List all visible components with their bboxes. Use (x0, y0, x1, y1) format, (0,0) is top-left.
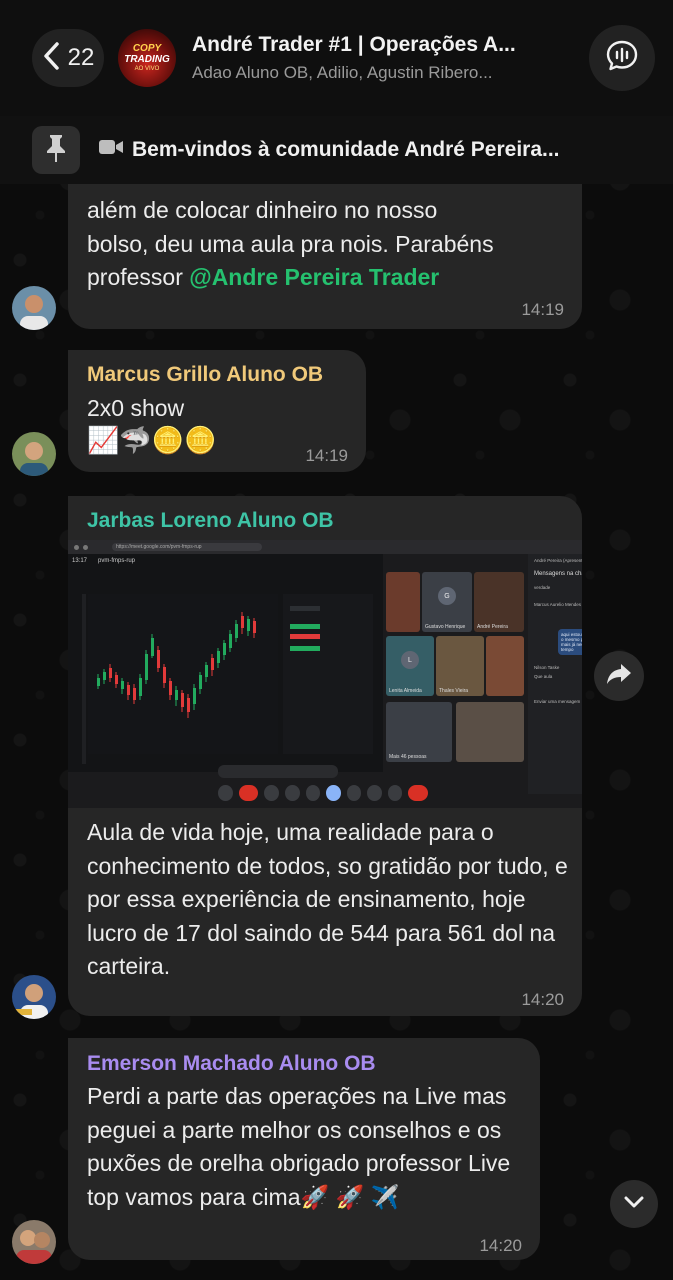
avatar[interactable] (12, 975, 56, 1019)
chevron-down-icon (623, 1195, 645, 1214)
participant-tiles: G Gustavo Henrique André Pereira L Lenit… (386, 572, 524, 768)
chat-item: aqui estou com novas amizades como o mes… (558, 629, 582, 655)
mention-link[interactable]: @Andre Pereira Trader (189, 264, 439, 290)
control-bar (218, 782, 429, 804)
message-bubble[interactable]: Emerson Machado Aluno OB Perdi a parte d… (68, 1038, 540, 1260)
candlestick-chart (82, 594, 373, 764)
control-button (367, 785, 382, 801)
voice-chat-icon (605, 39, 639, 78)
hang-up-button (408, 785, 429, 801)
chat-header: 22 COPY TRADING AO VIVO André Trader #1 … (0, 0, 673, 116)
participant-initial: L (401, 651, 419, 669)
control-button (264, 785, 279, 801)
pinned-text: Bem-vindos à comunidade André Pereira... (132, 138, 560, 161)
participant-tile: Thales Vieira (436, 636, 484, 696)
participant-name: André Pereira (477, 624, 508, 630)
message-body: Perdi a parte das operações na Live mas … (87, 1083, 511, 1210)
group-avatar-text-3: AO VIVO (134, 65, 160, 72)
group-avatar[interactable]: COPY TRADING AO VIVO (118, 29, 176, 87)
forward-button[interactable] (594, 651, 644, 701)
control-button (326, 785, 341, 801)
message-line: além de colocar dinheiro no nosso (87, 197, 438, 223)
presenter-label: André Pereira (Apresentando) (534, 558, 582, 563)
avatar[interactable] (12, 286, 56, 330)
control-button (387, 785, 403, 801)
message-text: 2x0 show (87, 395, 185, 421)
control-button (346, 785, 362, 801)
participant-name: Lenita Almeida (389, 688, 422, 694)
participant-tile: André Pereira (474, 572, 524, 632)
chevron-left-icon (42, 41, 60, 75)
message-line-prefix: professor (87, 264, 190, 290)
group-avatar-text-1: COPY (132, 42, 162, 54)
participant-name: Mais 46 pessoas (389, 754, 427, 760)
participant-tile: Mais 46 pessoas (386, 702, 452, 762)
avatar[interactable] (12, 432, 56, 476)
participant-tile (486, 636, 524, 696)
sender-name[interactable]: Marcus Grillo Aluno OB (87, 363, 323, 387)
attached-image[interactable]: https://meet.google.com/pvm-fmps-rup 13:… (68, 540, 582, 808)
back-button[interactable]: 22 (32, 29, 104, 87)
control-button (218, 785, 233, 801)
pin-button[interactable] (32, 126, 80, 174)
chat-title-block[interactable]: André Trader #1 | Operações A... Adao Al… (192, 33, 579, 83)
participant-tile (456, 702, 524, 762)
participant-tile (386, 572, 420, 632)
message-time: 14:19 (521, 300, 564, 319)
chat-item: Marcus Aurelio Mendes Grillo (534, 602, 582, 607)
message-text: Perdi a parte das operações na Live mas … (87, 1080, 527, 1214)
message-text: Aula de vida hoje, uma realidade para o … (87, 819, 568, 979)
browser-bar: https://meet.google.com/pvm-fmps-rup (68, 540, 582, 554)
message-time: 14:19 (305, 446, 348, 465)
message-line: bolso, deu uma aula pra nois. Parabéns (87, 230, 494, 257)
video-camera-icon (98, 138, 124, 162)
control-button (305, 785, 321, 801)
participant-initial: G (438, 587, 456, 605)
chat-subtitle[interactable]: Adao Aluno OB, Adilio, Agustin Ribero... (192, 63, 552, 83)
panel-title: Mensagens na chamada (534, 571, 582, 577)
participant-name: Gustavo Henrique (425, 624, 466, 630)
mic-off-button (238, 785, 259, 801)
message-bubble[interactable]: além de colocar dinheiro no nosso bolso,… (68, 184, 582, 329)
emoji-text: 🚀 🚀 ✈️ (300, 1183, 400, 1210)
message-time: 14:20 (479, 1236, 522, 1255)
participant-tile: G Gustavo Henrique (422, 572, 472, 632)
group-avatar-text-2: TRADING (124, 53, 170, 65)
reaction-bar (218, 765, 338, 778)
avatar[interactable] (12, 1220, 56, 1264)
message-time: 14:20 (521, 990, 564, 1009)
pinned-message-bar[interactable]: Bem-vindos à comunidade André Pereira... (0, 116, 673, 184)
chat-input-placeholder: Enviar uma mensagem (534, 699, 581, 704)
voice-chat-button[interactable] (589, 25, 655, 91)
pinned-message-text[interactable]: Bem-vindos à comunidade André Pereira... (98, 138, 638, 162)
meeting-controls (218, 765, 498, 808)
browser-url: https://meet.google.com/pvm-fmps-rup (112, 543, 262, 551)
participant-tile: L Lenita Almeida (386, 636, 434, 696)
meeting-chat-panel: André Pereira (Apresentando) Mensagens n… (528, 554, 582, 794)
chat-title[interactable]: André Trader #1 | Operações A... (192, 33, 552, 57)
message-bubble[interactable]: Marcus Grillo Aluno OB 2x0 show 📈🦈🪙🪙 14:… (68, 350, 366, 472)
unread-count: 22 (67, 44, 95, 71)
sender-name[interactable]: Jarbas Loreno Aluno OB (87, 509, 334, 533)
trading-chart: 13:17 pvm-fmps-rup (68, 554, 383, 772)
scroll-down-button[interactable] (610, 1180, 658, 1228)
pin-icon (43, 133, 69, 168)
forward-icon (606, 663, 632, 690)
message-text: além de colocar dinheiro no nosso bolso,… (87, 194, 567, 295)
control-button (284, 785, 300, 801)
chat-item: verdade (534, 585, 551, 590)
chat-item: Nilson Taske (534, 665, 560, 670)
participant-name: Thales Vieira (439, 688, 469, 694)
chat-item: Que aula (534, 674, 553, 679)
emoji-text: 📈🦈🪙🪙 (87, 425, 217, 455)
message-line: professor @Andre Pereira Trader (87, 261, 567, 295)
sender-name[interactable]: Emerson Machado Aluno OB (87, 1052, 376, 1076)
